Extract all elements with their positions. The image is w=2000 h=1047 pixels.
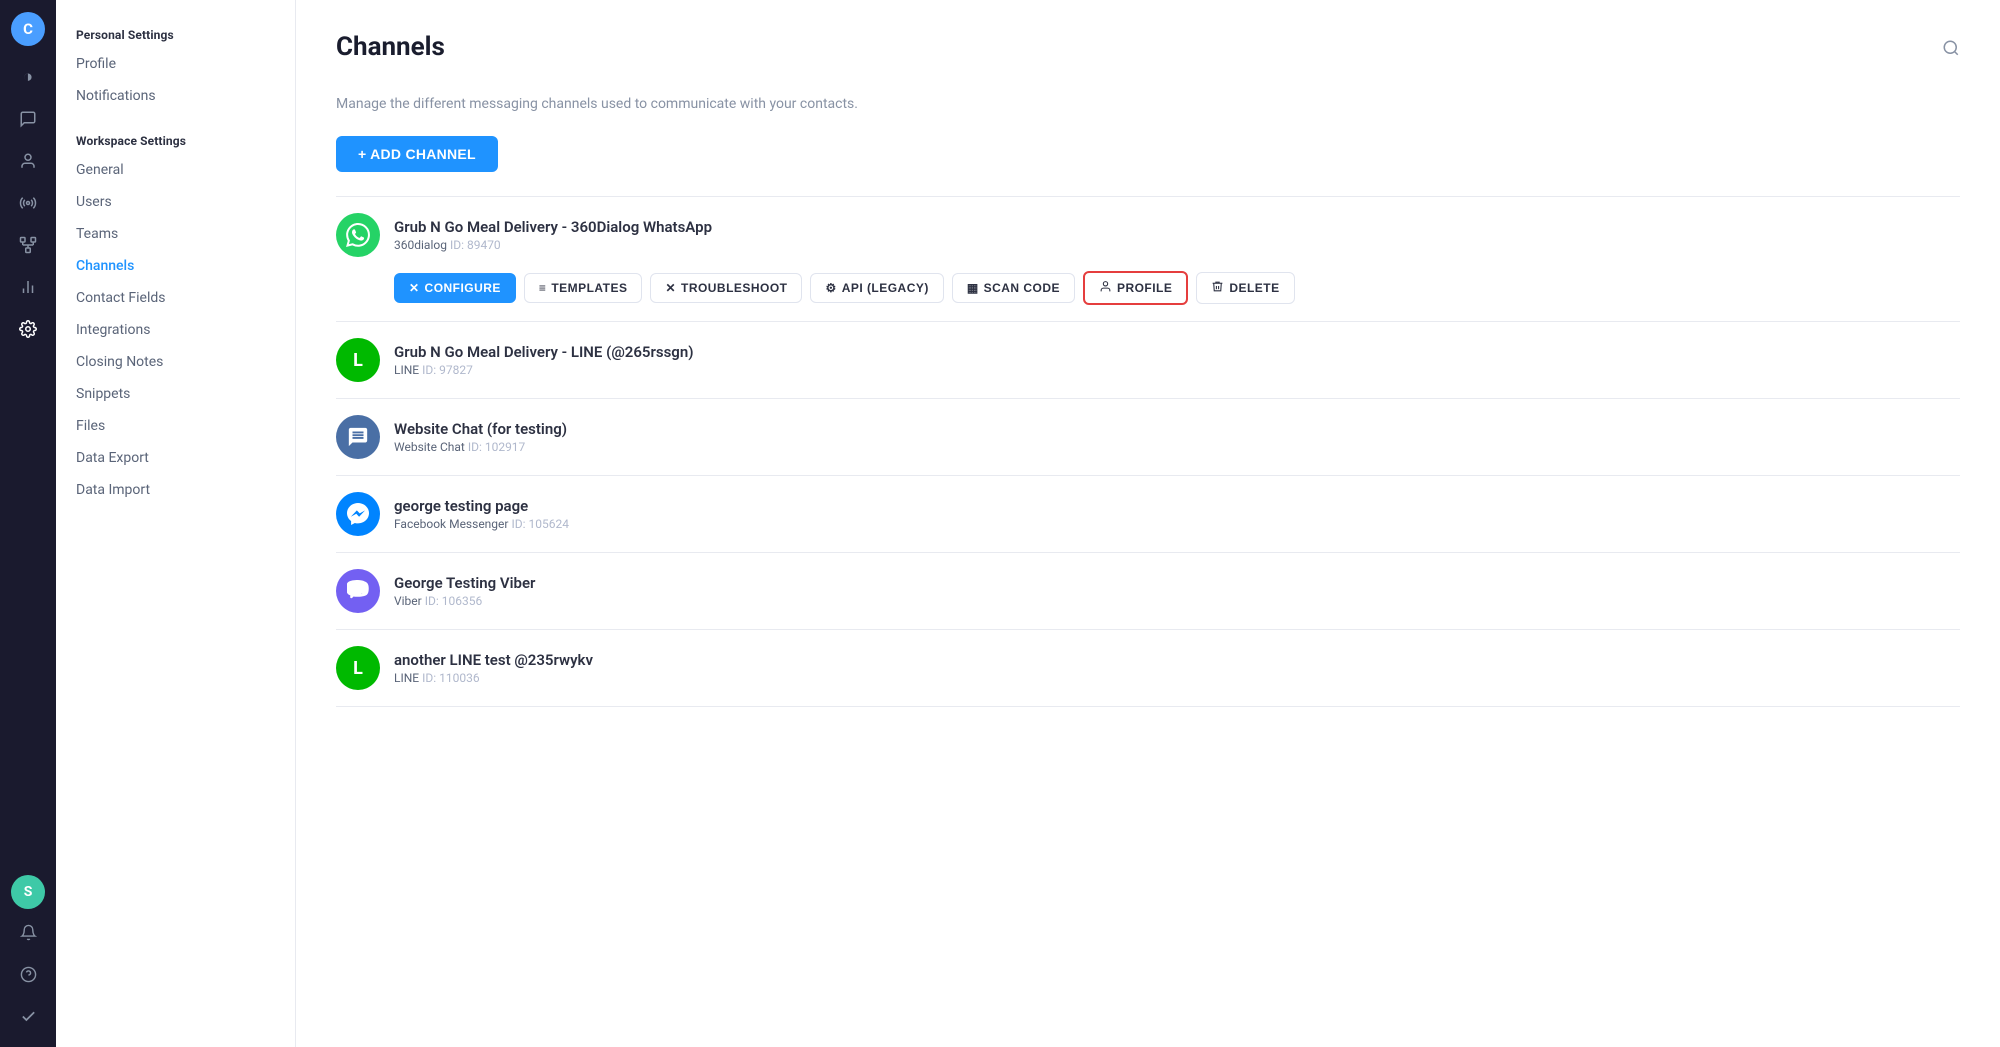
page-subtitle: Manage the different messaging channels … [336, 96, 1960, 112]
channel-logo-line2: L [336, 646, 380, 690]
troubleshoot-icon: ✕ [665, 281, 676, 295]
channel-info-whatsapp: Grub N Go Meal Delivery - 360Dialog What… [394, 218, 1960, 252]
settings-nav-icon[interactable] [9, 310, 47, 348]
channel-meta: Facebook Messenger ID: 105624 [394, 517, 1960, 531]
sidebar-item-data-export[interactable]: Data Export [56, 442, 295, 474]
channel-item-whatsapp: Grub N Go Meal Delivery - 360Dialog What… [336, 197, 1960, 322]
sidebar-item-snippets[interactable]: Snippets [56, 378, 295, 410]
sidebar-item-profile[interactable]: Profile [56, 48, 295, 80]
dashboard-icon[interactable]: ◑ [9, 58, 47, 96]
inbox-icon[interactable] [9, 100, 47, 138]
profile-icon [1099, 280, 1112, 296]
channel-logo-whatsapp [336, 213, 380, 257]
left-nav-panel: Personal Settings Profile Notifications … [56, 0, 296, 1047]
channel-item-line: L Grub N Go Meal Delivery - LINE (@265rs… [336, 322, 1960, 399]
reports-icon[interactable] [9, 268, 47, 306]
channel-info-line2: another LINE test @235rwykv LINE ID: 110… [394, 651, 1960, 685]
channel-item-webchat: Website Chat (for testing) Website Chat … [336, 399, 1960, 476]
channel-info-line: Grub N Go Meal Delivery - LINE (@265rssg… [394, 343, 1960, 377]
channel-item-line2: L another LINE test @235rwykv LINE ID: 1… [336, 630, 1960, 707]
channel-info-webchat: Website Chat (for testing) Website Chat … [394, 420, 1960, 454]
user-avatar[interactable]: S [11, 875, 45, 909]
page-title: Channels [336, 32, 445, 62]
channel-info-messenger: george testing page Facebook Messenger I… [394, 497, 1960, 531]
contacts-icon[interactable] [9, 142, 47, 180]
channel-logo-line: L [336, 338, 380, 382]
api-icon: ⚙ [825, 281, 836, 295]
channel-actions-row: ✕ CONFIGURE ≡ TEMPLATES ✕ TROUBLESHOOT ⚙… [394, 271, 1960, 305]
sidebar-item-channels[interactable]: Channels [56, 250, 295, 282]
channel-logo-webchat [336, 415, 380, 459]
channel-name: Grub N Go Meal Delivery - 360Dialog What… [394, 218, 1960, 236]
channel-name: another LINE test @235rwykv [394, 651, 1960, 669]
channel-meta: LINE ID: 97827 [394, 363, 1960, 377]
channel-meta: 360dialog ID: 89470 [394, 238, 1960, 252]
delete-button[interactable]: DELETE [1196, 272, 1294, 304]
channel-info-viber: George Testing Viber Viber ID: 106356 [394, 574, 1960, 608]
main-content: Channels Manage the different messaging … [296, 0, 2000, 1047]
channel-name: Website Chat (for testing) [394, 420, 1960, 438]
sidebar-item-users[interactable]: Users [56, 186, 295, 218]
delete-icon [1211, 280, 1224, 296]
scan-code-button[interactable]: ▦ SCAN CODE [952, 273, 1075, 303]
channel-row: george testing page Facebook Messenger I… [336, 492, 1960, 536]
sidebar-item-closing-notes[interactable]: Closing Notes [56, 346, 295, 378]
channel-logo-messenger [336, 492, 380, 536]
profile-button[interactable]: PROFILE [1083, 271, 1188, 305]
sidebar-item-data-import[interactable]: Data Import [56, 474, 295, 506]
search-button[interactable] [1942, 39, 1960, 62]
channel-row: L another LINE test @235rwykv LINE ID: 1… [336, 646, 1960, 690]
channel-row: Grub N Go Meal Delivery - 360Dialog What… [336, 213, 1960, 257]
channel-list: Grub N Go Meal Delivery - 360Dialog What… [336, 196, 1960, 707]
bell-icon[interactable] [9, 913, 47, 951]
nodes-icon[interactable] [9, 226, 47, 264]
scan-icon: ▦ [967, 281, 979, 295]
channel-item-viber: George Testing Viber Viber ID: 106356 [336, 553, 1960, 630]
channel-row: L Grub N Go Meal Delivery - LINE (@265rs… [336, 338, 1960, 382]
channels-nav-icon[interactable] [9, 184, 47, 222]
templates-button[interactable]: ≡ TEMPLATES [524, 273, 643, 303]
sidebar-item-general[interactable]: General [56, 154, 295, 186]
page-top-bar: Channels [336, 32, 1960, 68]
channel-meta: Website Chat ID: 102917 [394, 440, 1960, 454]
troubleshoot-button[interactable]: ✕ TROUBLESHOOT [650, 273, 802, 303]
help-icon[interactable] [9, 955, 47, 993]
checkmark-icon[interactable] [9, 997, 47, 1035]
channel-item-messenger: george testing page Facebook Messenger I… [336, 476, 1960, 553]
workspace-settings-title: Workspace Settings [56, 126, 295, 154]
add-channel-button[interactable]: + ADD CHANNEL [336, 136, 498, 172]
channel-name: George Testing Viber [394, 574, 1960, 592]
channel-row: George Testing Viber Viber ID: 106356 [336, 569, 1960, 613]
channel-meta: LINE ID: 110036 [394, 671, 1960, 685]
api-legacy-button[interactable]: ⚙ API (LEGACY) [810, 273, 943, 303]
templates-icon: ≡ [539, 281, 546, 295]
sidebar-item-integrations[interactable]: Integrations [56, 314, 295, 346]
configure-icon: ✕ [409, 281, 420, 295]
channel-logo-viber [336, 569, 380, 613]
channel-row: Website Chat (for testing) Website Chat … [336, 415, 1960, 459]
personal-settings-title: Personal Settings [56, 20, 295, 48]
sidebar-item-files[interactable]: Files [56, 410, 295, 442]
channel-meta: Viber ID: 106356 [394, 594, 1960, 608]
channel-name: george testing page [394, 497, 1960, 515]
sidebar-item-notifications[interactable]: Notifications [56, 80, 295, 112]
icon-sidebar: C ◑ S [0, 0, 56, 1047]
channel-name: Grub N Go Meal Delivery - LINE (@265rssg… [394, 343, 1960, 361]
sidebar-item-teams[interactable]: Teams [56, 218, 295, 250]
configure-button[interactable]: ✕ CONFIGURE [394, 273, 516, 303]
sidebar-item-contact-fields[interactable]: Contact Fields [56, 282, 295, 314]
app-avatar[interactable]: C [11, 12, 45, 46]
